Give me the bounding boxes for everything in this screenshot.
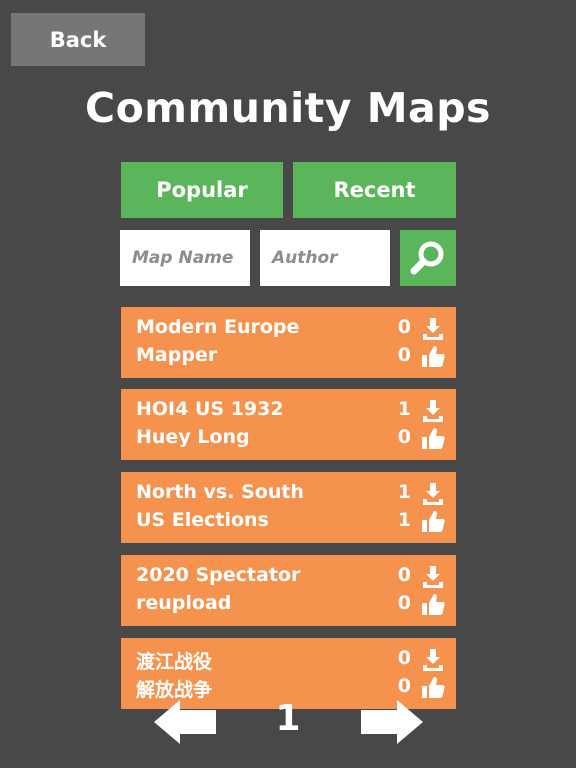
map-title: Modern Europe: [136, 316, 300, 338]
map-list-item[interactable]: HOI4 US 1932 Huey Long 1 0: [121, 389, 456, 460]
map-title: HOI4 US 1932: [136, 398, 284, 420]
page-number: 1: [275, 698, 301, 739]
map-author: Mapper: [136, 344, 218, 366]
map-title: 渡江战役: [136, 651, 213, 673]
map-author: reupload: [136, 592, 232, 614]
map-name-input[interactable]: Map Name: [120, 230, 250, 286]
tab-popular[interactable]: Popular: [121, 162, 283, 218]
map-author: US Elections: [136, 509, 269, 531]
prev-page-arrow-icon[interactable]: [154, 700, 218, 744]
thumbs-up-icon: [422, 594, 445, 615]
next-page-arrow-icon[interactable]: [359, 700, 423, 744]
map-list-item[interactable]: 2020 Spectator reupload 0 0: [121, 555, 456, 626]
author-placeholder: Author: [272, 248, 338, 268]
download-count: 1: [397, 481, 411, 503]
thumbs-up-icon: [422, 346, 445, 367]
map-name-placeholder: Map Name: [132, 248, 234, 268]
tab-recent[interactable]: Recent: [293, 162, 456, 218]
download-icon: [423, 400, 443, 422]
download-icon: [423, 483, 443, 505]
thumbs-up-icon: [422, 428, 445, 449]
download-count: 0: [397, 564, 411, 586]
like-count: 0: [397, 675, 411, 697]
search-icon: [410, 241, 444, 275]
like-count: 1: [397, 509, 411, 531]
map-list-item[interactable]: Modern Europe Mapper 0 0: [121, 307, 456, 378]
search-button[interactable]: [400, 230, 456, 286]
map-author: Huey Long: [136, 426, 250, 448]
download-icon: [423, 318, 443, 340]
thumbs-up-icon: [422, 677, 445, 698]
author-input[interactable]: Author: [260, 230, 390, 286]
back-button[interactable]: Back: [11, 13, 145, 66]
thumbs-up-icon: [422, 511, 445, 532]
download-count: 0: [397, 316, 411, 338]
like-count: 0: [397, 344, 411, 366]
download-icon: [423, 649, 443, 671]
like-count: 0: [397, 426, 411, 448]
page-title: Community Maps: [85, 84, 491, 132]
map-title: 2020 Spectator: [136, 564, 301, 586]
download-count: 1: [397, 398, 411, 420]
like-count: 0: [397, 592, 411, 614]
download-icon: [423, 566, 443, 588]
map-author: 解放战争: [136, 679, 213, 701]
download-count: 0: [397, 647, 411, 669]
map-list-item[interactable]: North vs. South US Elections 1 1: [121, 472, 456, 543]
map-title: North vs. South: [136, 481, 304, 503]
